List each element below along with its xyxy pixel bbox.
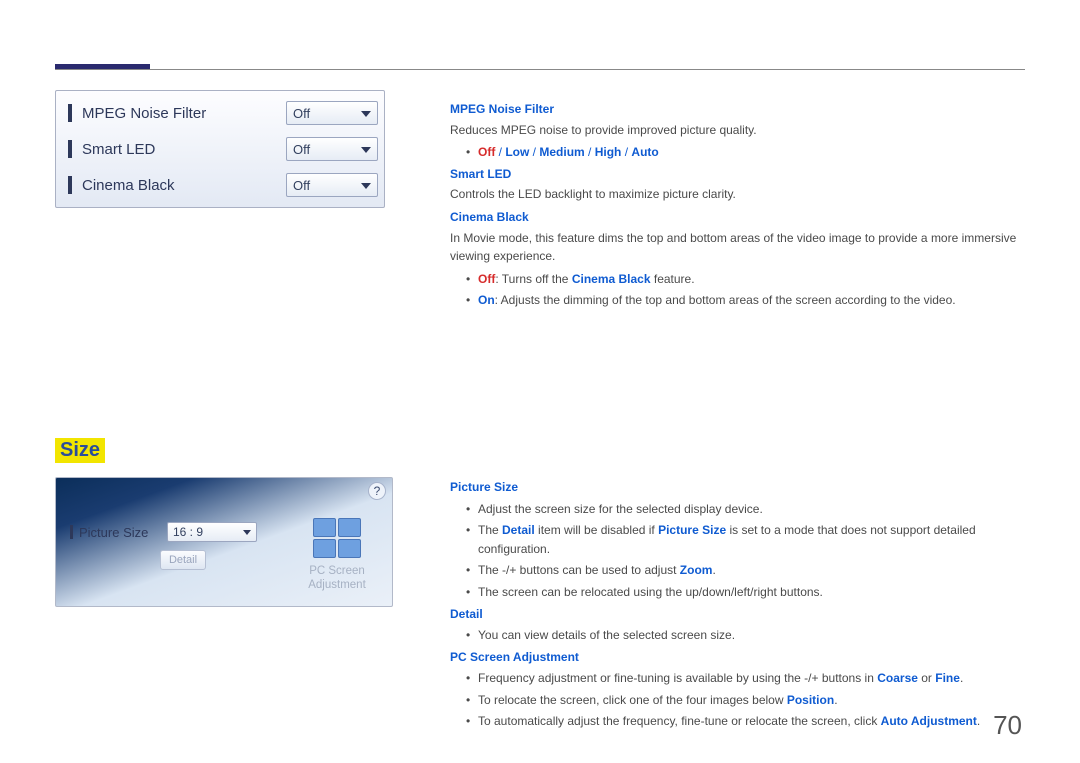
row-picture-size: Picture Size 16 : 9 [66, 518, 282, 546]
picture-size-ref: Picture Size [658, 523, 726, 537]
quad-tr [338, 518, 361, 537]
opt-medium: Medium [539, 145, 584, 159]
opt-high: High [595, 145, 622, 159]
row-marker [68, 176, 72, 194]
panel2-right: PC Screen Adjustment [292, 518, 382, 598]
dropdown-value: Off [293, 106, 310, 121]
panel2-body: Picture Size 16 : 9 Detail PC Screen Adj… [66, 518, 382, 598]
cinema-black-desc: In Movie mode, this feature dims the top… [450, 229, 1022, 266]
mpeg-title: MPEG Noise Filter [450, 100, 1022, 119]
picsize-b2: The Detail item will be disabled if Pict… [466, 521, 1022, 558]
opt-off: Off [478, 145, 495, 159]
dropdown-value: 16 : 9 [173, 525, 203, 539]
header-rule [55, 69, 1025, 70]
quad-bl [313, 539, 336, 558]
setting-label: Picture Size [79, 525, 161, 540]
text: item will be disabled if [535, 523, 658, 537]
row-marker [70, 525, 73, 539]
size-heading: Size [55, 438, 105, 463]
pc-screen-adjustment-title: PC Screen Adjustment [450, 648, 1022, 667]
sep: / [621, 145, 631, 159]
position-ref: Position [787, 693, 834, 707]
pc-screen-adjustment-label: PC Screen Adjustment [292, 564, 382, 593]
detail-button[interactable]: Detail [160, 550, 206, 570]
quad-tl [313, 518, 336, 537]
mpeg-options-line: Off / Low / Medium / High / Auto [466, 143, 1022, 162]
picture-size-dropdown[interactable]: 16 : 9 [167, 522, 257, 542]
opt-auto: Auto [631, 145, 658, 159]
left-column: MPEG Noise Filter Off Smart LED Off Cine… [55, 90, 410, 607]
auto-adjustment-ref: Auto Adjustment [881, 714, 977, 728]
fine-ref: Fine [935, 671, 960, 685]
text: . [977, 714, 980, 728]
sep: / [495, 145, 505, 159]
text: feature. [651, 272, 695, 286]
pc-label-line1: PC Screen [309, 565, 365, 577]
coarse-ref: Coarse [877, 671, 918, 685]
help-icon[interactable]: ? [368, 482, 386, 500]
cinema-black-dropdown[interactable]: Off [286, 173, 378, 197]
dropdown-value: Off [293, 142, 310, 157]
opt-low: Low [505, 145, 529, 159]
setting-label: Smart LED [82, 141, 280, 158]
row-smart-led: Smart LED Off [62, 131, 378, 167]
pcadj-b2: To relocate the screen, click one of the… [466, 691, 1022, 710]
row-marker [68, 104, 72, 122]
row-marker [68, 140, 72, 158]
setting-label: MPEG Noise Filter [82, 105, 280, 122]
right-column: MPEG Noise Filter Reduces MPEG noise to … [450, 100, 1022, 734]
picsize-b3: The -/+ buttons can be used to adjust Zo… [466, 561, 1022, 580]
smart-led-desc: Controls the LED backlight to maximize p… [450, 185, 1022, 204]
picture-size-title: Picture Size [450, 478, 1022, 497]
dropdown-value: Off [293, 178, 310, 193]
detail-ref: Detail [502, 523, 535, 537]
text: The -/+ buttons can be used to adjust [478, 563, 680, 577]
quad-br [338, 539, 361, 558]
cinema-off-line: Off: Turns off the Cinema Black feature. [466, 270, 1022, 289]
text: . [712, 563, 715, 577]
text: To relocate the screen, click one of the… [478, 693, 787, 707]
settings-panel-1: MPEG Noise Filter Off Smart LED Off Cine… [55, 90, 385, 208]
panel2-left: Picture Size 16 : 9 Detail [66, 518, 282, 598]
page-number: 70 [993, 710, 1022, 741]
row-mpeg-noise-filter: MPEG Noise Filter Off [62, 95, 378, 131]
text: Frequency adjustment or fine-tuning is a… [478, 671, 877, 685]
text: The [478, 523, 502, 537]
sep: / [585, 145, 595, 159]
mpeg-noise-filter-dropdown[interactable]: Off [286, 101, 378, 125]
smart-led-title: Smart LED [450, 165, 1022, 184]
position-quad-icon[interactable] [313, 518, 361, 558]
text: or [918, 671, 935, 685]
pcadj-b1: Frequency adjustment or fine-tuning is a… [466, 669, 1022, 688]
row-cinema-black: Cinema Black Off [62, 167, 378, 203]
detail-title: Detail [450, 605, 1022, 624]
text: . [834, 693, 837, 707]
setting-label: Cinema Black [82, 177, 280, 194]
text: : Turns off the [495, 272, 572, 286]
picsize-b4: The screen can be relocated using the up… [466, 583, 1022, 602]
zoom-ref: Zoom [680, 563, 713, 577]
pcadj-b3: To automatically adjust the frequency, f… [466, 712, 1022, 731]
picsize-b1: Adjust the screen size for the selected … [466, 500, 1022, 519]
section-mpeg: MPEG Noise Filter Reduces MPEG noise to … [450, 100, 1022, 310]
cinema-black-title: Cinema Black [450, 208, 1022, 227]
cinema-black-ref: Cinema Black [572, 272, 651, 286]
section-size: Picture Size Adjust the screen size for … [450, 478, 1022, 731]
text: To automatically adjust the frequency, f… [478, 714, 881, 728]
opt-on: On [478, 293, 495, 307]
settings-panel-2: ? Picture Size 16 : 9 Detail PC Scre [55, 477, 393, 607]
smart-led-dropdown[interactable]: Off [286, 137, 378, 161]
sep: / [529, 145, 539, 159]
text: . [960, 671, 963, 685]
text: : Adjusts the dimming of the top and bot… [495, 293, 956, 307]
pc-label-line2: Adjustment [308, 579, 366, 591]
detail-b1: You can view details of the selected scr… [466, 626, 1022, 645]
mpeg-desc: Reduces MPEG noise to provide improved p… [450, 121, 1022, 140]
opt-off: Off [478, 272, 495, 286]
cinema-on-line: On: Adjusts the dimming of the top and b… [466, 291, 1022, 310]
